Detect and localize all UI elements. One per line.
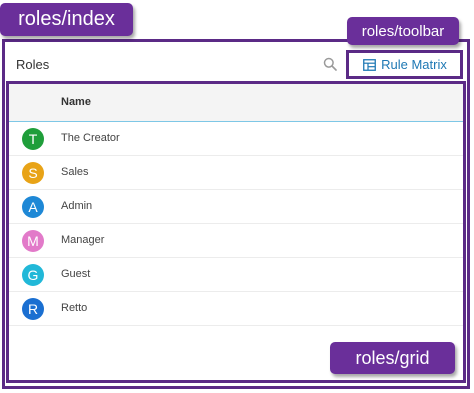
rule-matrix-label: Rule Matrix bbox=[381, 57, 447, 72]
role-name: Retto bbox=[61, 302, 88, 314]
role-name: Sales bbox=[61, 166, 89, 178]
table-row[interactable]: M Manager bbox=[9, 224, 463, 258]
roles-toolbar-callout: roles/toolbar bbox=[347, 17, 459, 45]
avatar: S bbox=[22, 162, 44, 184]
avatar: A bbox=[22, 196, 44, 218]
roles-list: T The Creator S Sales A Admin M Manager … bbox=[9, 122, 463, 326]
avatar: M bbox=[22, 230, 44, 252]
role-name: Guest bbox=[61, 268, 91, 280]
avatar: T bbox=[22, 128, 44, 150]
role-name: Manager bbox=[61, 234, 105, 246]
roles-grid-callout: roles/grid bbox=[330, 342, 455, 374]
table-icon bbox=[363, 58, 377, 71]
rule-matrix-button[interactable]: Rule Matrix bbox=[350, 53, 460, 76]
table-row[interactable]: G Guest bbox=[9, 258, 463, 292]
table-row[interactable]: T The Creator bbox=[9, 122, 463, 156]
search-icon[interactable] bbox=[323, 57, 337, 71]
avatar: G bbox=[22, 264, 44, 286]
avatar: R bbox=[22, 298, 44, 320]
page: roles/index roles/toolbar Roles Rule Mat… bbox=[0, 0, 474, 393]
role-name: Admin bbox=[61, 200, 93, 212]
table-row[interactable]: A Admin bbox=[9, 190, 463, 224]
table-row[interactable]: R Retto bbox=[9, 292, 463, 326]
page-title: Roles bbox=[16, 57, 50, 72]
grid-header: Name bbox=[9, 84, 463, 122]
roles-index-callout: roles/index bbox=[0, 3, 133, 36]
column-header-name[interactable]: Name bbox=[61, 96, 91, 108]
role-name: The Creator bbox=[61, 132, 120, 144]
table-row[interactable]: S Sales bbox=[9, 156, 463, 190]
